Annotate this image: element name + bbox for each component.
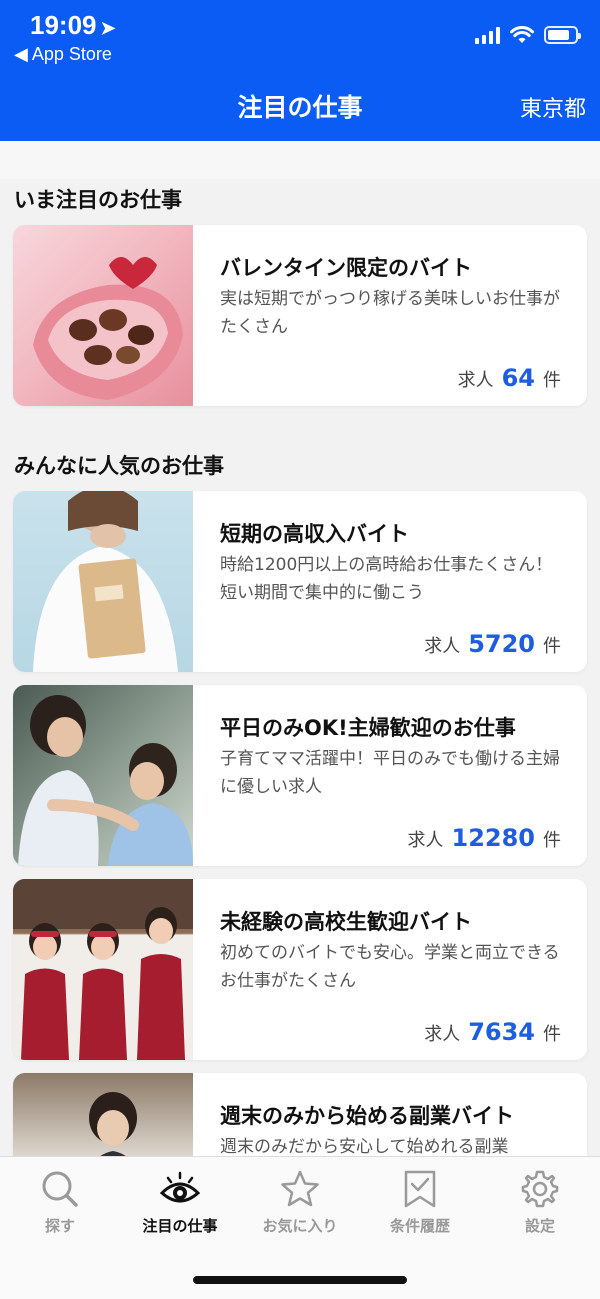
count-prefix: 求人 [424,636,461,657]
count-suffix: 件 [543,1024,561,1045]
back-to-app-store[interactable]: ◀ App Store [14,44,112,65]
count-number: 5720 [468,630,535,658]
tab-label: 探す [44,1217,75,1235]
count-number: 64 [501,364,535,392]
page-title: 注目の仕事 [237,93,363,122]
header-spacer [0,141,600,179]
tab-label: お気に入り [262,1217,338,1235]
card-text: バレンタイン限定のバイト 実は短期でがっつり稼げる美味しいお仕事がたくさん [220,253,563,341]
job-card-students[interactable]: 未経験の高校生歓迎バイト 初めてのバイトでも安心。学業と両立できるお仕事がたくさ… [13,879,587,1060]
card-title: 短期の高収入バイト [220,522,409,546]
card-title: 週末のみから始める副業バイト [220,1104,514,1128]
store-staff-image [13,879,193,1060]
job-card-short-term[interactable]: 短期の高収入バイト 時給1200円以上の高時給お仕事たくさん！短い期間で集中的に… [13,491,587,672]
chocolate-box-image [13,225,193,406]
status-time-text: 19:09 [30,10,97,40]
card-text: 短期の高収入バイト 時給1200円以上の高時給お仕事たくさん！短い期間で集中的に… [220,519,563,607]
mother-and-child-image [13,685,193,866]
star-icon [281,1170,319,1207]
card-text: 平日のみOK!主婦歓迎のお仕事 子育てママ活躍中！平日のみでも働ける主婦に優しい… [220,713,563,801]
home-indicator[interactable] [193,1276,407,1284]
status-time: 19:09 ➤ [30,10,116,41]
job-count: 求人 7634 件 [424,1018,561,1046]
bookmark-check-icon [404,1170,436,1208]
count-prefix: 求人 [407,830,444,851]
job-count: 求人 5720 件 [424,630,561,658]
card-text: 週末のみから始める副業バイト 週末のみだから安心して始めれる副業 [220,1101,563,1156]
status-icons [475,26,581,44]
tab-label: 設定 [524,1217,555,1235]
count-number: 12280 [451,824,536,852]
tab-search[interactable]: 探す [0,1169,120,1236]
location-selector[interactable]: 東京都 [520,91,586,123]
location-arrow-icon: ➤ [100,18,116,38]
count-number: 7634 [468,1018,535,1046]
tab-featured[interactable]: 注目の仕事 [120,1169,240,1236]
job-count: 求人 64 件 [458,364,561,392]
count-suffix: 件 [543,370,561,391]
tab-settings[interactable]: 設定 [480,1169,600,1236]
card-text: 未経験の高校生歓迎バイト 初めてのバイトでも安心。学業と両立できるお仕事がたくさ… [220,907,563,995]
tab-label: 注目の仕事 [142,1217,218,1235]
card-description: 時給1200円以上の高時給お仕事たくさん！短い期間で集中的に働こう [220,555,553,603]
eye-icon [160,1171,200,1203]
count-prefix: 求人 [424,1024,461,1045]
job-feed[interactable]: いま注目のお仕事 バレンタイン限定のバイト 実は短期でがっつり稼げる美味しいお仕… [0,179,600,1156]
card-description: 初めてのバイトでも安心。学業と両立できるお仕事がたくさん [220,943,560,991]
job-card-valentine[interactable]: バレンタイン限定のバイト 実は短期でがっつり稼げる美味しいお仕事がたくさん 求人… [13,225,587,406]
woman-at-desk-image [13,1073,193,1156]
battery-icon [544,26,581,44]
job-card-housewife[interactable]: 平日のみOK!主婦歓迎のお仕事 子育てママ活躍中！平日のみでも働ける主婦に優しい… [13,685,587,866]
woman-with-envelope-image [13,491,193,672]
count-suffix: 件 [543,830,561,851]
card-description: 週末のみだから安心して始めれる副業 [220,1137,509,1156]
count-suffix: 件 [543,636,561,657]
job-count: 求人 12280 件 [408,824,562,852]
signal-icon [475,26,500,44]
section-title-featured: いま注目のお仕事 [14,188,182,212]
search-icon [42,1171,78,1207]
tab-favorites[interactable]: お気に入り [240,1169,360,1236]
tab-history[interactable]: 条件履歴 [360,1169,480,1236]
section-title-popular: みんなに人気のお仕事 [14,454,224,478]
card-description: 実は短期でがっつり稼げる美味しいお仕事がたくさん [220,289,560,337]
app-header: 19:09 ➤ ◀ App Store 注目の仕事 東京都 [0,0,600,141]
card-description: 子育てママ活躍中！平日のみでも働ける主婦に優しい求人 [220,749,560,797]
count-prefix: 求人 [457,370,494,391]
wifi-icon [510,26,534,43]
tab-label: 条件履歴 [389,1217,450,1235]
card-title: バレンタイン限定のバイト [220,256,472,280]
card-title: 未経験の高校生歓迎バイト [220,910,472,934]
card-title: 平日のみOK!主婦歓迎のお仕事 [220,716,516,740]
gear-icon [521,1170,559,1208]
job-card-weekend[interactable]: 週末のみから始める副業バイト 週末のみだから安心して始めれる副業 [13,1073,587,1156]
